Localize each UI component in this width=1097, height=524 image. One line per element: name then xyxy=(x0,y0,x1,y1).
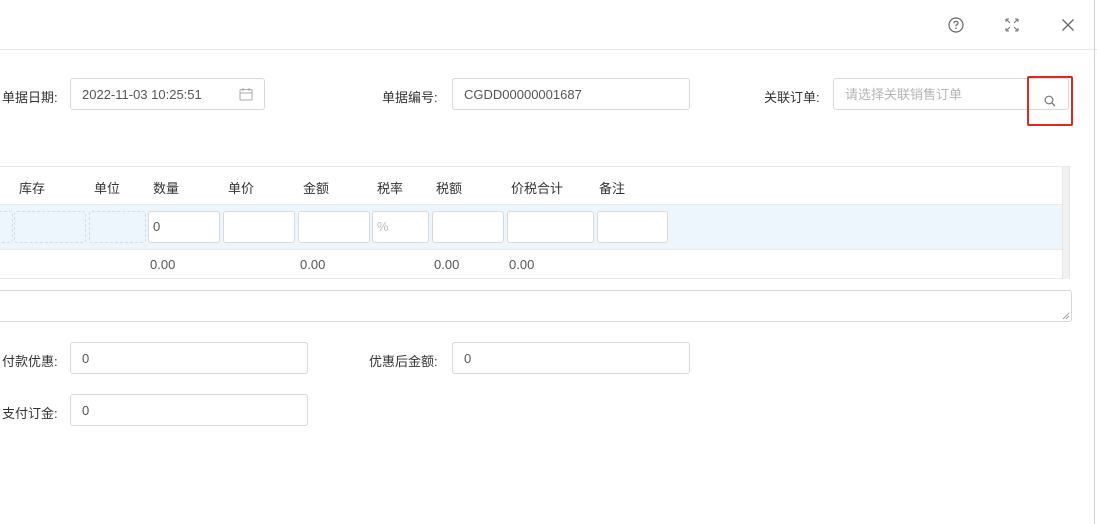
dialog-edge xyxy=(1094,0,1095,524)
cell-amount[interactable] xyxy=(298,211,370,243)
col-total: 价税合计 xyxy=(511,181,564,196)
deposit-label: 支付订金: xyxy=(2,406,58,421)
order-items-table: 库存 单位 数量 单价 金额 税率 税额 价税合计 备注 0 % 0.00 0.… xyxy=(0,166,1070,279)
discount-input[interactable] xyxy=(70,342,308,374)
search-icon xyxy=(1044,95,1056,107)
close-icon[interactable] xyxy=(1056,13,1080,37)
cell-total[interactable] xyxy=(507,211,594,243)
discount-label: 付款优惠: xyxy=(2,354,58,369)
cell-unit[interactable] xyxy=(89,211,146,243)
col-unit-price: 单价 xyxy=(228,181,255,196)
doc-date-label: 单据日期: xyxy=(2,90,58,105)
col-tax: 税额 xyxy=(436,181,463,196)
col-tax-rate: 税率 xyxy=(377,181,404,196)
sum-tax: 0.00 xyxy=(434,257,460,272)
cell-stock[interactable] xyxy=(14,211,86,243)
expand-icon[interactable] xyxy=(1000,13,1024,37)
cell-prev[interactable] xyxy=(0,211,13,243)
table-scrollbar[interactable] xyxy=(1062,167,1069,279)
col-unit: 单位 xyxy=(94,181,121,196)
cell-remark[interactable] xyxy=(597,211,668,243)
table-summary-row: 0.00 0.00 0.00 0.00 xyxy=(0,251,1062,279)
col-amount: 金额 xyxy=(303,181,330,196)
dialog-header xyxy=(0,0,1097,50)
after-discount-label: 优惠后金额: xyxy=(369,354,438,369)
question-circle-icon[interactable] xyxy=(944,13,968,37)
cell-tax-rate[interactable]: % xyxy=(372,211,429,243)
doc-no-input[interactable] xyxy=(452,78,690,110)
sum-amount: 0.00 xyxy=(300,257,326,272)
sum-total: 0.00 xyxy=(509,257,535,272)
sum-quantity: 0.00 xyxy=(150,257,176,272)
col-quantity: 数量 xyxy=(153,181,180,196)
after-discount-input[interactable] xyxy=(452,342,690,374)
cell-tax[interactable] xyxy=(432,211,504,243)
resize-grip-icon[interactable] xyxy=(1062,312,1070,320)
table-header: 库存 单位 数量 单价 金额 税率 税额 价税合计 备注 xyxy=(0,167,1062,205)
col-remark: 备注 xyxy=(599,181,626,196)
deposit-input[interactable] xyxy=(70,394,308,426)
table-row: 0 % xyxy=(0,205,1062,250)
doc-date-input[interactable] xyxy=(70,78,265,110)
cell-quantity[interactable]: 0 xyxy=(148,211,220,243)
related-order-search-button[interactable] xyxy=(1027,76,1073,126)
cell-unit-price[interactable] xyxy=(223,211,295,243)
related-order-label: 关联订单: xyxy=(764,90,820,105)
purchase-order-dialog: 单据日期: 单据编号: 关联订单: 库存 单位 数量 单价 金额 税率 税额 价… xyxy=(0,0,1097,524)
col-stock: 库存 xyxy=(19,181,46,196)
doc-no-label: 单据编号: xyxy=(382,90,438,105)
calendar-icon[interactable] xyxy=(239,87,253,101)
remark-textarea[interactable] xyxy=(0,290,1072,322)
